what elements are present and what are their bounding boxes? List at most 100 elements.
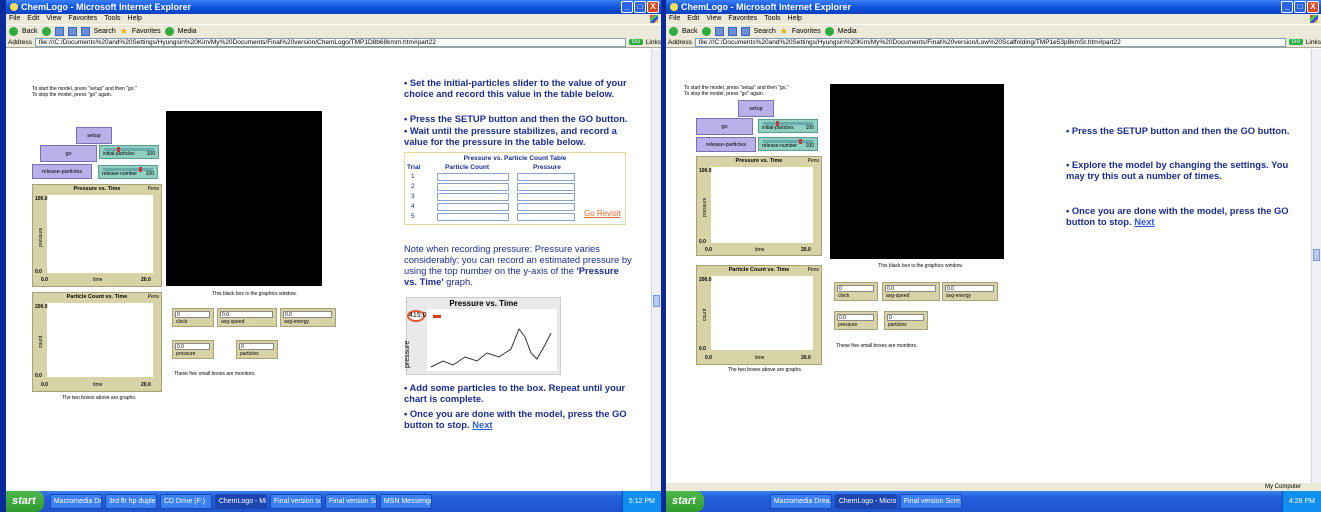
home-icon[interactable] bbox=[80, 26, 90, 36]
task-item[interactable]: MSN Messenger bbox=[379, 494, 432, 509]
release-particles-button[interactable]: release-particles bbox=[696, 137, 756, 152]
minimize-button[interactable]: _ bbox=[621, 1, 633, 13]
menu-tools[interactable]: Tools bbox=[104, 14, 120, 24]
go-model-button[interactable]: go bbox=[40, 145, 97, 162]
monitor-value: 0.0 bbox=[885, 285, 936, 292]
x-min: 0.0 bbox=[41, 277, 48, 283]
close-button[interactable]: X bbox=[1307, 1, 1319, 13]
menu-file[interactable]: File bbox=[669, 14, 680, 24]
particle-count-input[interactable] bbox=[437, 203, 509, 211]
menu-tools[interactable]: Tools bbox=[764, 14, 780, 24]
pens-label: Pens bbox=[807, 267, 819, 273]
setup-button[interactable]: setup bbox=[76, 127, 112, 144]
forward-icon[interactable] bbox=[41, 26, 51, 36]
menu-favorites[interactable]: Favorites bbox=[68, 14, 97, 24]
scroll-thumb[interactable] bbox=[653, 295, 660, 307]
task-item[interactable]: CD Drive (F:) bbox=[159, 494, 212, 509]
menu-favorites[interactable]: Favorites bbox=[728, 14, 757, 24]
task-item[interactable]: Final version Scre... bbox=[899, 494, 962, 509]
go-button[interactable]: Go bbox=[628, 39, 643, 45]
media-icon[interactable] bbox=[164, 26, 174, 36]
y-axis-label: pressure bbox=[702, 197, 708, 217]
start-button[interactable]: start bbox=[666, 491, 704, 512]
media-button[interactable]: Media bbox=[838, 28, 857, 35]
monitor-value: 0.0 bbox=[837, 314, 874, 321]
refresh-icon[interactable] bbox=[67, 26, 77, 36]
y-max: 200.0 bbox=[35, 304, 48, 310]
search-button[interactable]: Search bbox=[754, 28, 776, 35]
pressure-input[interactable] bbox=[517, 213, 575, 221]
graphics-window bbox=[166, 111, 322, 286]
close-button[interactable]: X bbox=[647, 1, 659, 13]
task-item[interactable]: ChemLogo - Micro... bbox=[834, 494, 897, 509]
release-number-slider[interactable]: release-number 100 bbox=[758, 137, 818, 151]
favorites-icon[interactable]: ★ bbox=[780, 26, 788, 37]
task-item[interactable]: Macromedia Drea... bbox=[49, 494, 102, 509]
go-button[interactable]: Go bbox=[1288, 39, 1303, 45]
vertical-scrollbar[interactable] bbox=[1311, 49, 1321, 491]
monitor-value: 0 bbox=[837, 285, 874, 292]
back-button[interactable]: Back bbox=[682, 28, 698, 35]
favorites-button[interactable]: Favorites bbox=[132, 28, 161, 35]
next-link[interactable]: Next bbox=[472, 419, 492, 430]
initial-particles-slider[interactable]: initial-particles 100 bbox=[99, 145, 159, 159]
links-label[interactable]: Links bbox=[1306, 39, 1321, 46]
home-icon[interactable] bbox=[740, 26, 750, 36]
favorites-icon[interactable]: ★ bbox=[120, 26, 128, 37]
go-revisit-link[interactable]: Go Revisit bbox=[584, 209, 621, 218]
release-particles-button[interactable]: release-particles bbox=[32, 164, 92, 179]
stop-icon[interactable] bbox=[54, 26, 64, 36]
next-link[interactable]: Next bbox=[1134, 216, 1154, 227]
refresh-icon[interactable] bbox=[727, 26, 737, 36]
menu-edit[interactable]: Edit bbox=[27, 14, 39, 24]
task-item[interactable]: Final version Scr... bbox=[324, 494, 377, 509]
back-icon[interactable] bbox=[669, 26, 678, 36]
vertical-scrollbar[interactable] bbox=[651, 49, 661, 491]
initial-particles-slider[interactable]: initial-particles 100 bbox=[758, 119, 818, 133]
right-screenshot: ChemLogo - Microsoft Internet Explorer _… bbox=[666, 0, 1321, 512]
task-item[interactable]: Final version scr... bbox=[269, 494, 322, 509]
scroll-thumb[interactable] bbox=[1313, 249, 1320, 261]
particle-count-input[interactable] bbox=[437, 193, 509, 201]
maximize-button[interactable]: □ bbox=[634, 1, 646, 13]
setup-button[interactable]: setup bbox=[738, 100, 774, 117]
go-model-button[interactable]: go bbox=[696, 118, 753, 135]
media-button[interactable]: Media bbox=[178, 28, 197, 35]
start-button[interactable]: start bbox=[6, 491, 44, 512]
release-number-slider[interactable]: release-number 100 bbox=[98, 165, 158, 179]
monitor-clock: 0 clock bbox=[172, 308, 214, 327]
forward-icon[interactable] bbox=[701, 26, 711, 36]
pressure-input[interactable] bbox=[517, 203, 575, 211]
minimize-button[interactable]: _ bbox=[1281, 1, 1293, 13]
menu-bar: File Edit View Favorites Tools Help bbox=[666, 14, 1321, 24]
monitor-label: avg-energy bbox=[946, 293, 972, 299]
search-button[interactable]: Search bbox=[94, 28, 116, 35]
menu-view[interactable]: View bbox=[706, 14, 721, 24]
particle-count-input[interactable] bbox=[437, 173, 509, 181]
task-item[interactable]: ChemLogo - Mic... bbox=[214, 494, 267, 509]
monitor-avg-speed: 0.0 avg-speed bbox=[882, 282, 940, 301]
pressure-input[interactable] bbox=[517, 183, 575, 191]
back-button[interactable]: Back bbox=[22, 28, 38, 35]
menu-file[interactable]: File bbox=[9, 14, 20, 24]
address-input[interactable]: file:///C:/Documents%20and%20Settings/Hy… bbox=[34, 37, 626, 47]
pressure-input[interactable] bbox=[517, 193, 575, 201]
media-icon[interactable] bbox=[824, 26, 834, 36]
pressure-input[interactable] bbox=[517, 173, 575, 181]
menu-edit[interactable]: Edit bbox=[687, 14, 699, 24]
particle-count-input[interactable] bbox=[437, 213, 509, 221]
menu-help[interactable]: Help bbox=[788, 14, 802, 24]
menu-help[interactable]: Help bbox=[128, 14, 142, 24]
task-item[interactable]: Macromedia Drea... bbox=[769, 494, 832, 509]
maximize-button[interactable]: □ bbox=[1294, 1, 1306, 13]
back-icon[interactable] bbox=[9, 26, 18, 36]
trial-number: 4 bbox=[411, 203, 415, 210]
address-input[interactable]: file:///C:/Documents%20and%20Settings/Hy… bbox=[694, 37, 1286, 47]
menu-view[interactable]: View bbox=[46, 14, 61, 24]
task-item[interactable]: 3rd flr hp duplex bbox=[104, 494, 157, 509]
favorites-button[interactable]: Favorites bbox=[792, 28, 821, 35]
particle-count-input[interactable] bbox=[437, 183, 509, 191]
stop-icon[interactable] bbox=[714, 26, 724, 36]
y-axis-label: count bbox=[702, 308, 708, 321]
links-label[interactable]: Links bbox=[646, 39, 661, 46]
